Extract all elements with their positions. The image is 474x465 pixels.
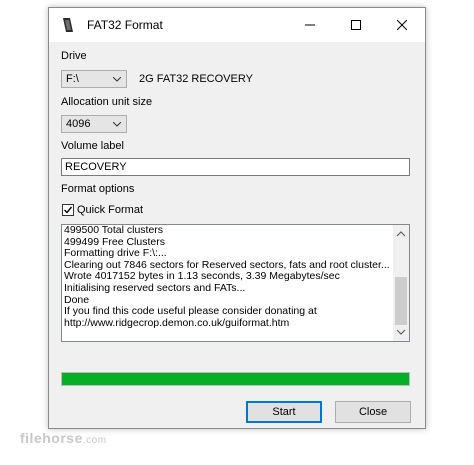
drive-select-value: F:\	[66, 73, 79, 85]
title-bar[interactable]: FAT32 Format	[49, 8, 425, 42]
log-line: http://www.ridgecrop.demon.co.uk/guiform…	[64, 316, 290, 329]
progress-fill	[62, 373, 409, 385]
fat32-format-window: FAT32 Format Drive F:\ 2G FAT32 RECOVERY…	[48, 7, 426, 429]
format-progress-bar	[61, 372, 410, 386]
chevron-down-icon	[113, 77, 121, 82]
format-options-label: Format options	[61, 183, 135, 195]
quick-format-checkbox[interactable]	[62, 204, 74, 216]
close-icon	[397, 20, 407, 30]
scroll-up-icon[interactable]	[393, 227, 409, 241]
log-line: If you find this code useful please cons…	[64, 305, 317, 318]
allocation-select[interactable]: 4096	[61, 115, 127, 133]
app-icon	[61, 17, 75, 33]
volume-label-caption: Volume label	[61, 140, 124, 152]
drive-label: Drive	[61, 50, 87, 62]
checkmark-icon	[64, 206, 73, 214]
close-button[interactable]: Close	[335, 401, 411, 423]
log-line: Initialising reserved sectors and FATs..…	[64, 281, 246, 294]
allocation-label: Allocation unit size	[61, 96, 153, 108]
quick-format-label[interactable]: Quick Format	[77, 204, 143, 216]
drive-select[interactable]: F:\	[61, 70, 127, 88]
minimize-icon	[305, 24, 315, 26]
log-line: 499500 Total clusters	[64, 224, 164, 236]
chevron-down-icon	[113, 122, 121, 127]
watermark-text: filehorse	[20, 430, 83, 446]
allocation-select-value: 4096	[66, 118, 91, 130]
maximize-icon	[351, 20, 361, 30]
volume-label-value: RECOVERY	[65, 161, 127, 173]
drive-info: 2G FAT32 RECOVERY	[139, 73, 253, 85]
volume-label-input[interactable]: RECOVERY	[61, 158, 410, 176]
filehorse-watermark: filehorse.com	[20, 430, 107, 446]
minimize-button[interactable]	[287, 8, 333, 42]
scroll-thumb[interactable]	[395, 277, 407, 325]
maximize-button[interactable]	[333, 8, 379, 42]
scroll-down-icon[interactable]	[393, 325, 409, 339]
log-lines: 499500 Total clusters 499499 Free Cluster…	[64, 225, 391, 329]
log-scrollbar[interactable]	[393, 225, 409, 341]
watermark-suffix: .com	[82, 435, 107, 446]
log-textarea[interactable]: 499500 Total clusters 499499 Free Cluster…	[61, 224, 410, 342]
start-button[interactable]: Start	[246, 401, 322, 423]
close-window-button[interactable]	[379, 8, 425, 42]
window-title: FAT32 Format	[87, 18, 163, 32]
